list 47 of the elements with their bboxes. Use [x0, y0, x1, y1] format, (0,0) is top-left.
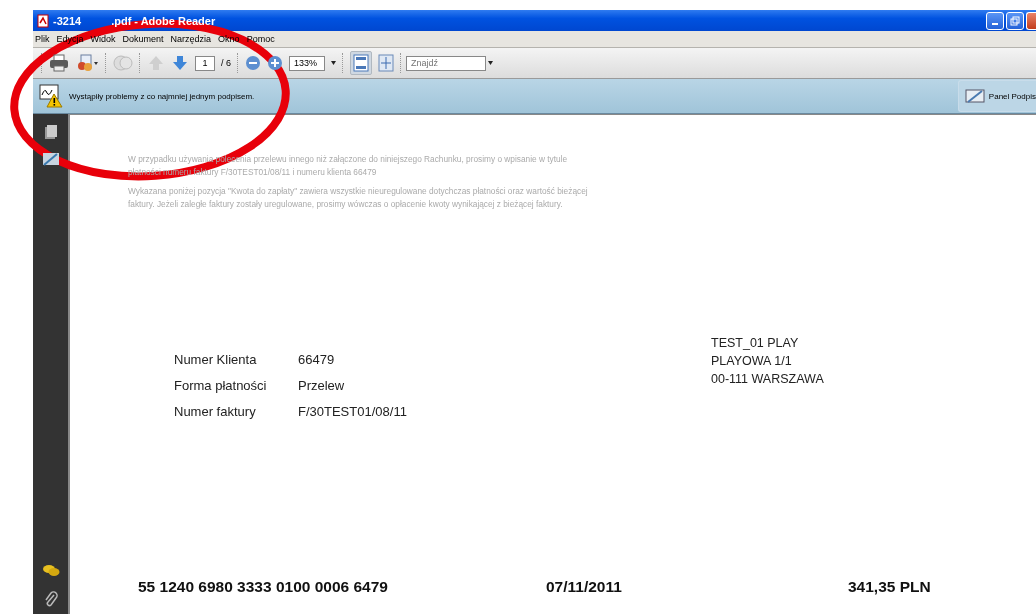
menu-item[interactable]: Narzędzia [170, 34, 212, 44]
share-icon[interactable] [75, 54, 99, 72]
restore-icon [1010, 15, 1020, 26]
previous-page-icon [147, 54, 165, 72]
minimize-button[interactable] [986, 11, 1004, 30]
print-icon[interactable] [49, 54, 69, 72]
field-label: Numer Klienta [174, 351, 258, 368]
page-count: / 6 [221, 58, 231, 68]
next-page-icon[interactable] [171, 54, 189, 72]
menu-item[interactable]: Pomoc [246, 34, 275, 44]
disabled-tool-icon [113, 54, 133, 72]
pages-icon[interactable] [43, 124, 58, 140]
close-button[interactable] [1026, 11, 1036, 30]
signature-warning-message: Wystąpiły problemy z co najmniej jednym podpisem. [69, 91, 256, 101]
note-paragraph: Wykazana poniżej pozycja "Kwota do zapłaty" zawiera wszystkie nieuregulowane dotychczas płatności oraz wartość bieżącej faktury. Jeżeli zaległe faktury zostały uregulowane, prosimy wówczas o opłacenie kwoty wynikającej z bieżącej faktury. [128, 185, 589, 211]
invoice-date: 07/11/2011 [546, 578, 623, 596]
account-number: 55 1240 6980 3333 0100 0006 6479 [138, 578, 389, 596]
signature-warning-icon [39, 84, 63, 108]
restore-button[interactable] [1006, 11, 1024, 30]
signature-panel-button[interactable]: Panel Podpis [957, 80, 1036, 112]
dropdown-icon[interactable] [488, 61, 493, 65]
pdf-icon [37, 13, 49, 28]
address-line: TEST_01 PLAY [711, 335, 800, 352]
signature-icon [964, 88, 985, 104]
dropdown-icon[interactable] [331, 61, 336, 65]
field-value: F/30TEST01/08/11 [298, 403, 407, 420]
page-number-field[interactable]: 1 [195, 55, 215, 71]
field-value: Przelew [298, 377, 346, 394]
zoom-in-icon[interactable] [267, 55, 283, 71]
field-label: Forma płatności [174, 377, 268, 394]
menu-item[interactable]: Plik [35, 34, 50, 44]
paperclip-icon[interactable] [43, 590, 58, 608]
search-field[interactable]: Znajdź [406, 55, 486, 71]
address-line: 00-111 WARSZAWA [711, 371, 824, 388]
window-title: -3214 [53, 14, 82, 27]
field-label: Numer faktury [174, 403, 257, 420]
menu-item[interactable]: Dokument [122, 34, 164, 44]
amount-due: 341,35 PLN [848, 578, 931, 596]
zoom-out-icon[interactable] [245, 55, 261, 71]
fit-page-button[interactable] [350, 51, 372, 75]
address-line: PLAYOWA 1/1 [711, 353, 793, 370]
zoom-field[interactable]: 133% [289, 55, 325, 71]
signature-icon[interactable] [41, 152, 60, 166]
comments-icon[interactable] [41, 564, 60, 578]
minimize-icon [992, 22, 998, 25]
field-value: 66479 [298, 351, 336, 368]
menu-item[interactable]: Widok [90, 34, 116, 44]
